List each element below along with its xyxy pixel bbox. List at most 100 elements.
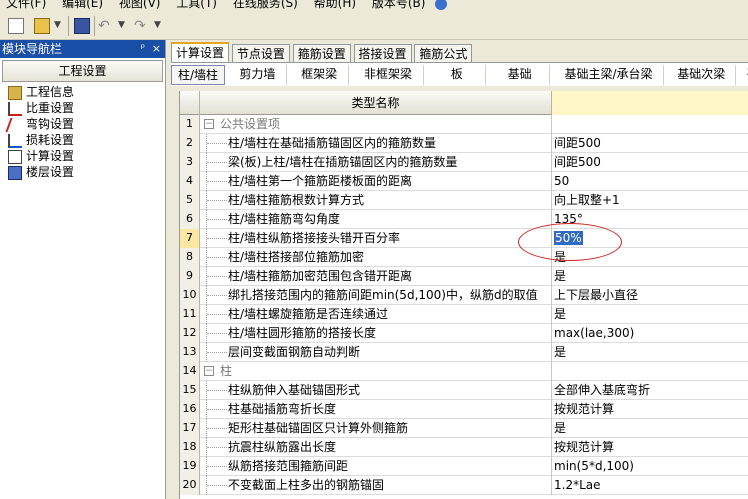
- row-number: 10: [180, 286, 200, 305]
- table-row[interactable]: 1 − 公共设置项: [180, 115, 748, 134]
- row-name-text: 矩形柱基础锚固区只计算外侧箍筋: [228, 421, 409, 435]
- table-row[interactable]: 3 梁(板)上柱/墙柱在插筋锚固区内的箍筋数量 间距500: [180, 153, 748, 172]
- table-row[interactable]: 17 矩形柱基础锚固区只计算外侧箍筋 是: [180, 419, 748, 438]
- row-value[interactable]: 按规范计算: [552, 400, 748, 419]
- menu-help[interactable]: 帮助(H): [308, 0, 362, 10]
- redo-icon[interactable]: ↷: [134, 18, 150, 34]
- row-name-text: 柱/墙柱箍筋根数计算方式: [228, 193, 365, 207]
- table-row[interactable]: 10 绑扎搭接范围内的箍筋间距min(5d,100)中，纵筋d的取值 上下层最小…: [180, 286, 748, 305]
- nav-item-loss[interactable]: 损耗设置: [0, 132, 165, 148]
- save-icon[interactable]: [74, 18, 90, 34]
- table-row[interactable]: 19 纵筋搭接范围箍筋间距 min(5*d,100): [180, 457, 748, 476]
- subtab-frame-beam[interactable]: 框架梁: [291, 65, 349, 85]
- row-value[interactable]: 50: [552, 172, 748, 191]
- row-name-text: 柱: [220, 364, 233, 378]
- close-icon[interactable]: ×: [152, 40, 161, 58]
- row-value[interactable]: 是: [552, 419, 748, 438]
- subtab-nonframe-beam[interactable]: 非框架梁: [352, 65, 425, 85]
- row-value[interactable]: 全部伸入基底弯折: [552, 381, 748, 400]
- pin-icon[interactable]: ᵖ: [141, 40, 145, 58]
- subtab-foundation-secondary-beam[interactable]: 基础次梁: [668, 65, 736, 85]
- about-icon[interactable]: [435, 0, 448, 10]
- row-value[interactable]: 间距500: [552, 134, 748, 153]
- row-name-text: 柱/墙柱圆形箍筋的搭接长度: [228, 326, 377, 340]
- table-row[interactable]: 15 柱纵筋伸入基础锚固形式 全部伸入基底弯折: [180, 381, 748, 400]
- nav-item-weight[interactable]: 比重设置: [0, 100, 165, 116]
- row-name: 梁(板)上柱/墙柱在插筋锚固区内的箍筋数量: [200, 153, 552, 172]
- row-value[interactable]: 135°: [552, 210, 748, 229]
- new-file-icon[interactable]: [8, 18, 24, 34]
- table-row[interactable]: 18 抗震柱纵筋露出长度 按规范计算: [180, 438, 748, 457]
- row-number: 9: [180, 267, 200, 286]
- table-row[interactable]: 8 柱/墙柱搭接部位箍筋加密 是: [180, 248, 748, 267]
- row-value[interactable]: 50%: [552, 229, 748, 248]
- row-number: 13: [180, 343, 200, 362]
- row-value[interactable]: 上下层最小直径: [552, 286, 748, 305]
- nav-item-label: 工程信息: [26, 85, 75, 99]
- module-navigator: 模块导航栏 ᵖ × 工程设置 工程信息 比重设置 弯钩设置 损耗设置 计算设置 …: [0, 40, 166, 499]
- row-name: 柱/墙柱箍筋加密范围包含错开距离: [200, 267, 552, 286]
- nav-item-calc[interactable]: 计算设置: [0, 148, 165, 164]
- navigator-section-header[interactable]: 工程设置: [2, 60, 163, 82]
- menu-file[interactable]: 文件(F): [0, 0, 52, 10]
- table-row[interactable]: 12 柱/墙柱圆形箍筋的搭接长度 max(lae,300): [180, 324, 748, 343]
- undo-icon[interactable]: ↶: [98, 18, 114, 34]
- nav-item-project-info[interactable]: 工程信息: [0, 84, 165, 100]
- table-row[interactable]: 16 柱基础插筋弯折长度 按规范计算: [180, 400, 748, 419]
- row-name: 柱/墙柱圆形箍筋的搭接长度: [200, 324, 552, 343]
- row-value[interactable]: 1.2*Lae: [552, 476, 748, 495]
- menu-view[interactable]: 视图(V): [113, 0, 167, 10]
- menu-edit[interactable]: 编辑(E): [56, 0, 109, 10]
- tab-stirrup-settings[interactable]: 箍筋设置: [292, 44, 351, 64]
- collapse-icon[interactable]: −: [204, 119, 214, 129]
- nav-item-hook[interactable]: 弯钩设置: [0, 116, 165, 132]
- table-row[interactable]: 5 柱/墙柱箍筋根数计算方式 向上取整+1: [180, 191, 748, 210]
- row-value[interactable]: 是: [552, 248, 748, 267]
- row-name: − 公共设置项: [200, 115, 552, 134]
- row-value[interactable]: 间距500: [552, 153, 748, 172]
- info-icon: [8, 85, 22, 100]
- redo-dropdown-icon[interactable]: ▼: [154, 20, 161, 30]
- open-folder-icon[interactable]: [34, 18, 50, 34]
- menu-tools[interactable]: 工具(T): [170, 0, 223, 10]
- subtab-column[interactable]: 柱/墙柱: [171, 65, 225, 85]
- nav-item-floor[interactable]: 楼层设置: [0, 164, 165, 180]
- table-row[interactable]: 2 柱/墙柱在基础插筋锚固区内的箍筋数量 间距500: [180, 134, 748, 153]
- row-value[interactable]: max(lae,300): [552, 324, 748, 343]
- open-dropdown-icon[interactable]: ▼: [54, 20, 61, 30]
- subtab-foundation[interactable]: 基础: [490, 65, 551, 85]
- row-value[interactable]: [552, 362, 748, 381]
- row-value[interactable]: 是: [552, 343, 748, 362]
- collapse-icon[interactable]: −: [204, 366, 214, 376]
- table-row[interactable]: 9 柱/墙柱箍筋加密范围包含错开距离 是: [180, 267, 748, 286]
- menu-version[interactable]: 版本号(B): [366, 0, 432, 10]
- table-row-selected[interactable]: 7 柱/墙柱纵筋搭接接头错开百分率 50%: [180, 229, 748, 248]
- table-row[interactable]: 4 柱/墙柱第一个箍筋距楼板面的距离 50: [180, 172, 748, 191]
- table-row[interactable]: 14 − 柱: [180, 362, 748, 381]
- table-row[interactable]: 13 层间变截面钢筋自动判断 是: [180, 343, 748, 362]
- row-name: 纵筋搭接范围箍筋间距: [200, 457, 552, 476]
- grid-header: 类型名称: [180, 91, 748, 115]
- menu-online[interactable]: 在线服务(S): [227, 0, 304, 10]
- row-value[interactable]: 按规范计算: [552, 438, 748, 457]
- table-row[interactable]: 20 不变截面上柱多出的钢筋锚固 1.2*Lae: [180, 476, 748, 495]
- selected-value[interactable]: 50%: [554, 231, 583, 245]
- subtab-masonry[interactable]: 砌体: [740, 65, 748, 85]
- row-value[interactable]: 向上取整+1: [552, 191, 748, 210]
- row-value[interactable]: min(5*d,100): [552, 457, 748, 476]
- table-row[interactable]: 6 柱/墙柱箍筋弯勾角度 135°: [180, 210, 748, 229]
- row-value[interactable]: 是: [552, 267, 748, 286]
- row-number: 20: [180, 476, 200, 495]
- tab-stirrup-formula[interactable]: 箍筋公式: [414, 44, 473, 64]
- subtab-slab[interactable]: 板: [428, 65, 487, 85]
- tab-lap-settings[interactable]: 搭接设置: [353, 44, 412, 64]
- row-number: 5: [180, 191, 200, 210]
- tab-calc-settings[interactable]: 计算设置: [171, 42, 230, 64]
- subtab-foundation-main-beam[interactable]: 基础主梁/承台梁: [554, 65, 664, 85]
- row-value[interactable]: 是: [552, 305, 748, 324]
- subtab-shear-wall[interactable]: 剪力墙: [229, 65, 287, 85]
- tab-node-settings[interactable]: 节点设置: [231, 44, 290, 64]
- table-row[interactable]: 11 柱/墙柱螺旋箍筋是否连续通过 是: [180, 305, 748, 324]
- row-value[interactable]: [552, 115, 748, 134]
- undo-dropdown-icon[interactable]: ▼: [118, 20, 125, 30]
